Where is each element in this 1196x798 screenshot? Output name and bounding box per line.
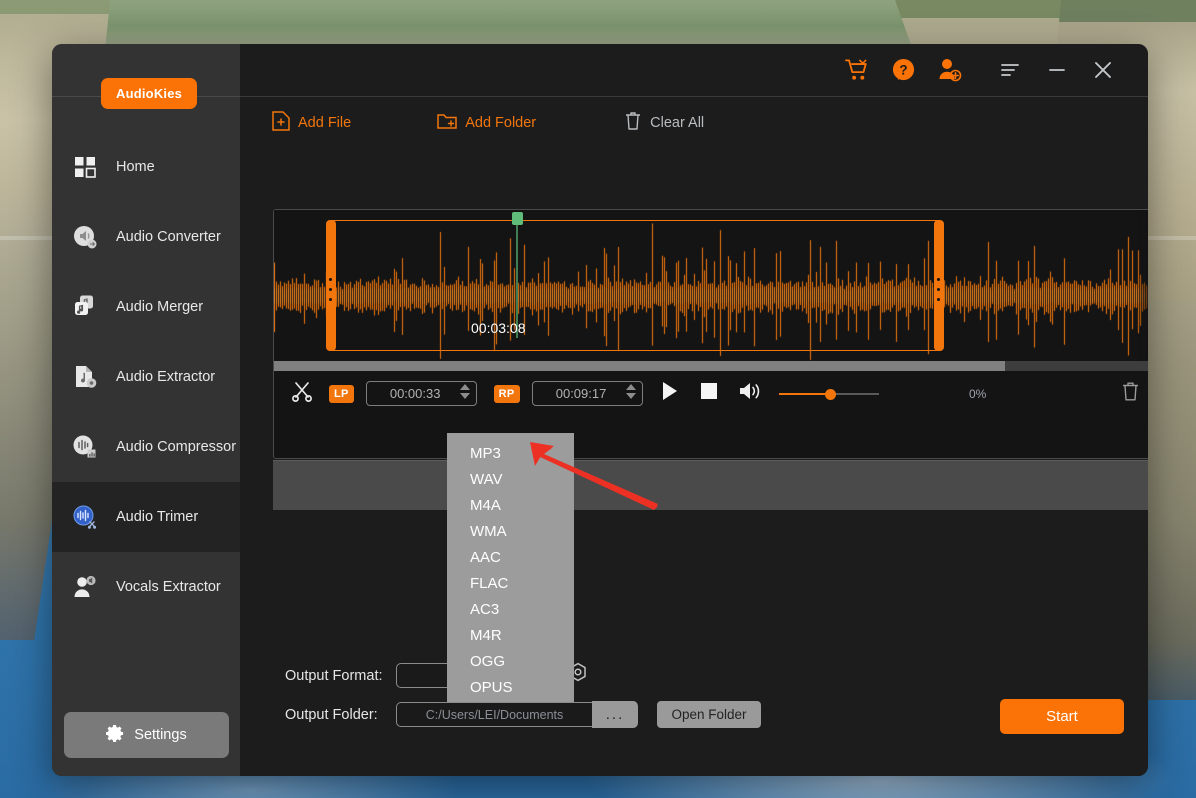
output-folder-row: Output Folder: C:/Users/LEI/Documents ..… — [285, 701, 761, 728]
format-option-ac3[interactable]: AC3 — [447, 596, 574, 622]
sidebar-item-label: Audio Extractor — [116, 369, 216, 385]
application-window: AudioKies Home Audio Converter Audio Mer… — [52, 44, 1148, 776]
format-option-ogg[interactable]: OGG — [447, 648, 574, 674]
waveform-area[interactable]: 00:03:08 — [274, 210, 1148, 361]
sidebar-item-label: Vocals Extractor — [116, 579, 221, 595]
volume-knob[interactable] — [824, 388, 836, 400]
sidebar-item-label: Audio Trimer — [116, 509, 199, 525]
start-button[interactable]: Start — [1000, 699, 1124, 734]
menu-icon[interactable] — [988, 50, 1034, 90]
audio-converter-icon — [72, 224, 98, 250]
main-panel: ? Add File Add Folder Clear All 00:03:08… — [240, 44, 1148, 776]
add-user-icon[interactable] — [926, 50, 972, 90]
add-folder-icon — [437, 112, 457, 134]
delete-icon[interactable] — [1121, 381, 1140, 407]
close-button[interactable] — [1080, 50, 1126, 90]
brand-logo: AudioKies — [101, 78, 198, 109]
desktop-background: AudioKies Home Audio Converter Audio Mer… — [0, 0, 1196, 798]
sidebar: AudioKies Home Audio Converter Audio Mer… — [52, 44, 240, 776]
waveform-scrollbar[interactable] — [274, 361, 1148, 371]
sidebar-item-label: Home — [116, 159, 155, 175]
playback-control-bar: LP 00:00:33 RP 00:09:17 0% — [274, 371, 1148, 416]
audio-compressor-icon — [72, 434, 98, 460]
svg-text:?: ? — [899, 62, 907, 77]
end-time-field[interactable]: 00:09:17 — [531, 381, 643, 406]
output-folder-input[interactable]: C:/Users/LEI/Documents — [396, 702, 592, 727]
sidebar-item-audio-converter[interactable]: Audio Converter — [52, 202, 240, 272]
playhead-time-label: 00:03:08 — [471, 320, 526, 336]
audio-merger-icon — [72, 294, 98, 320]
format-option-opus[interactable]: OPUS — [447, 674, 574, 700]
sidebar-item-label: Audio Converter — [116, 229, 221, 245]
right-point-badge[interactable]: RP — [493, 384, 520, 403]
scissors-icon[interactable] — [291, 380, 313, 407]
handle-grip-dots — [937, 278, 940, 308]
trash-icon — [624, 111, 642, 135]
audio-trimer-icon — [72, 504, 98, 530]
clear-all-label: Clear All — [650, 115, 705, 131]
stop-button[interactable] — [699, 381, 719, 406]
sidebar-item-label: Audio Merger — [116, 299, 204, 315]
output-folder-value: C:/Users/LEI/Documents — [425, 707, 564, 722]
selection-right-handle[interactable] — [934, 220, 944, 351]
sidebar-item-home[interactable]: Home — [52, 132, 240, 202]
output-format-label: Output Format: — [285, 667, 383, 684]
sidebar-item-label: Audio Compressor — [116, 439, 237, 455]
settings-label: Settings — [134, 727, 187, 743]
volume-fill — [778, 392, 831, 395]
grid-icon — [72, 154, 98, 180]
handle-grip-dots — [329, 278, 332, 308]
help-icon[interactable]: ? — [880, 50, 926, 90]
minimize-button[interactable] — [1034, 50, 1080, 90]
play-button[interactable] — [660, 380, 680, 407]
end-time-stepper[interactable] — [625, 384, 636, 399]
sidebar-item-audio-extractor[interactable]: Audio Extractor — [52, 342, 240, 412]
waveform-canvas[interactable] — [274, 210, 1148, 361]
cart-icon[interactable] — [834, 50, 880, 90]
add-folder-button[interactable]: Add Folder — [437, 112, 536, 134]
sidebar-item-vocals-extractor[interactable]: Vocals Extractor — [52, 552, 240, 622]
vocals-extractor-icon — [72, 574, 98, 600]
format-option-aac[interactable]: AAC — [447, 544, 574, 570]
output-folder-label: Output Folder: — [285, 706, 378, 723]
output-format-dropdown[interactable]: MP3 WAV M4A WMA AAC FLAC AC3 M4R OGG OPUS — [447, 433, 574, 702]
start-time-field[interactable]: 00:00:33 — [365, 381, 477, 406]
file-list-panel[interactable] — [273, 460, 1148, 510]
add-file-label: Add File — [298, 115, 352, 131]
start-time-stepper[interactable] — [459, 384, 470, 399]
format-option-mp3[interactable]: MP3 — [447, 440, 574, 466]
volume-slider[interactable] — [778, 387, 879, 401]
selection-left-handle[interactable] — [326, 220, 336, 351]
sidebar-nav: Home Audio Converter Audio Merger Audio … — [52, 132, 240, 622]
audio-extractor-icon — [72, 364, 98, 390]
format-option-wma[interactable]: WMA — [447, 518, 574, 544]
file-toolbar: Add File Add Folder Clear All — [240, 96, 1148, 150]
format-option-m4a[interactable]: M4A — [447, 492, 574, 518]
sidebar-item-audio-trimer[interactable]: Audio Trimer — [52, 482, 240, 552]
gear-icon — [106, 724, 125, 747]
sidebar-item-audio-compressor[interactable]: Audio Compressor — [52, 412, 240, 482]
open-folder-button[interactable]: Open Folder — [657, 701, 761, 728]
titlebar-divider — [240, 96, 1148, 97]
browse-folder-button[interactable]: ... — [592, 701, 638, 728]
add-file-button[interactable]: Add File — [272, 111, 351, 135]
clear-all-button[interactable]: Clear All — [624, 111, 704, 135]
waveform-scrollbar-thumb[interactable] — [274, 361, 1005, 371]
sidebar-item-audio-merger[interactable]: Audio Merger — [52, 272, 240, 342]
format-option-flac[interactable]: FLAC — [447, 570, 574, 596]
progress-percent: 0% — [969, 386, 987, 401]
add-folder-label: Add Folder — [465, 115, 537, 131]
volume-icon[interactable] — [738, 380, 762, 407]
format-option-wav[interactable]: WAV — [447, 466, 574, 492]
playhead-knob[interactable] — [512, 212, 523, 225]
brand-row: AudioKies — [52, 44, 240, 109]
format-option-m4r[interactable]: M4R — [447, 622, 574, 648]
add-file-icon — [272, 111, 290, 135]
settings-button[interactable]: Settings — [64, 712, 229, 758]
waveform-editor: 00:03:08 LP 00:00:33 RP 00:09:17 0% — [273, 209, 1148, 459]
left-point-badge[interactable]: LP — [329, 384, 354, 403]
title-bar: ? — [240, 44, 1148, 97]
